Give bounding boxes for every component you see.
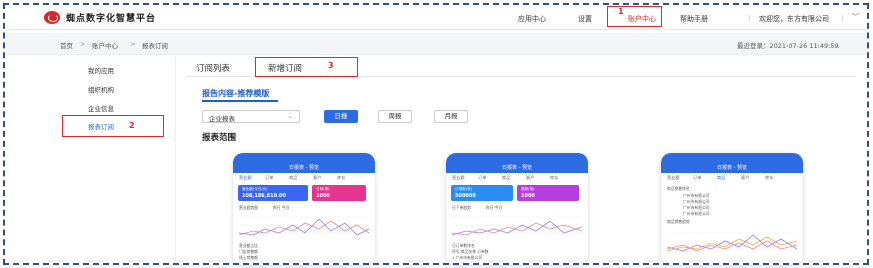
callout-number-1: 1 xyxy=(618,7,624,16)
phone-tab: 商品 xyxy=(717,175,726,180)
last-login-text: 最近登录：2021-07-26 11:49:59 xyxy=(737,42,839,50)
phone-tab: 订单 xyxy=(478,175,487,180)
phone-tab: 订单 xyxy=(693,175,702,180)
phone-tabs: 营业额 订单 商品 客户 库存 xyxy=(446,175,588,183)
phone-title: 日报表 - 预览 xyxy=(289,165,319,171)
breadcrumb-separator: > xyxy=(80,40,86,48)
metric-card-value: 500000 xyxy=(455,193,476,199)
sidebar-item-my-apps[interactable]: 我的应用 xyxy=(88,65,114,75)
nav-separator: | xyxy=(841,14,844,22)
tab-divider xyxy=(186,76,856,77)
top-nav: 应用中心 设置 账户中心 帮助手册 | 欢迎您，东方有限公司 | ﹀ xyxy=(6,6,868,30)
phone-tab: 营业额 xyxy=(239,175,252,180)
top-header: 蜘点数字化智慧平台 应用中心 设置 账户中心 帮助手册 | 欢迎您，东方有限公司… xyxy=(6,6,868,30)
ranking-row: 广州市有限公司 xyxy=(683,211,710,216)
phone-tab: 订单 xyxy=(265,175,274,180)
phone-tab: 客户 xyxy=(313,175,322,180)
sidebar-item-report-subscription[interactable]: 报表订阅 xyxy=(88,121,114,131)
metric-card-value: 1000 xyxy=(521,193,535,199)
sidebar: 我的应用 组织机构 企业信息 报表订阅 xyxy=(6,57,176,265)
callout-number-2: 2 xyxy=(129,121,135,130)
phone-tab: 营业额 xyxy=(667,175,680,180)
phone-tab: 库存 xyxy=(337,175,346,180)
footer-row: 1 广州市有限公司 xyxy=(452,255,483,260)
trend-line-chart xyxy=(452,216,582,236)
metric-card-label: 订单数(笔) xyxy=(455,187,473,191)
nav-help-manual[interactable]: 帮助手册 xyxy=(680,14,708,24)
welcome-text: 欢迎您，东方有限公司 xyxy=(759,15,829,23)
trend-line-chart xyxy=(667,232,797,252)
phone-tab: 客户 xyxy=(741,175,750,180)
nav-account-center[interactable]: 账户中心 xyxy=(628,14,656,24)
phone-tabs: 营业额 订单 商品 客户 库存 xyxy=(661,175,803,183)
sidebar-item-company-info[interactable]: 企业信息 xyxy=(88,103,114,113)
metric-card: 订单(笔) 1000 xyxy=(312,185,366,201)
phone-tabs: 营业额 订单 商品 客户 库存 xyxy=(233,175,375,183)
metric-card-value: 1000 xyxy=(316,193,330,199)
breadcrumb-account-center[interactable]: 账户中心 xyxy=(92,40,118,50)
breadcrumb-home[interactable]: 首页 xyxy=(60,40,73,50)
report-type-select[interactable]: 企业报表 ⌄ xyxy=(202,110,300,123)
preview-phone-revenue[interactable]: 日报表 - 预览 营业额 订单 商品 客户 库存 营业额(今日/元) 108,1… xyxy=(233,153,375,265)
phone-tab: 库存 xyxy=(765,175,774,180)
phone-title: 日报表 - 预览 xyxy=(502,165,532,171)
nav-separator: | xyxy=(748,14,751,22)
phone-title: 日报表 - 预览 xyxy=(717,165,747,171)
callout-number-3: 3 xyxy=(328,61,334,70)
tab-subscription-list[interactable]: 订阅列表 xyxy=(196,62,230,74)
monthly-report-button[interactable]: 月报 xyxy=(434,110,468,123)
main-content: 订阅列表 新增订阅 报告内容-推荐模版 企业报表 ⌄ 日报 周报 月报 报表范围… xyxy=(178,57,868,265)
preview-phone-products[interactable]: 日报表 - 预览 营业额 订单 商品 客户 库存 商品销售排名 广州市有限公司 … xyxy=(661,153,803,265)
trend-line-chart xyxy=(239,216,369,236)
report-scope-title: 报表范围 xyxy=(202,133,237,143)
section-title-underline xyxy=(202,100,278,102)
nav-settings[interactable]: 设置 xyxy=(578,14,592,24)
breadcrumb-report-subscription: 报表订阅 xyxy=(142,42,168,50)
section-title: 报告内容-推荐模版 xyxy=(202,89,270,98)
metric-card: 退款(笔) 1000 xyxy=(517,185,579,201)
weekly-report-button[interactable]: 周报 xyxy=(378,110,412,123)
phone-tab: 客户 xyxy=(526,175,535,180)
tab-new-subscription[interactable]: 新增订阅 xyxy=(268,62,302,74)
report-type-value: 企业报表 xyxy=(209,115,235,123)
daily-report-button[interactable]: 日报 xyxy=(324,110,358,123)
footer-row: 线上销售额 xyxy=(239,255,258,260)
chart-label: 商品销售排名 xyxy=(667,186,690,191)
metric-card-label: 营业额(今日/元) xyxy=(242,187,268,191)
nav-app-center[interactable]: 应用中心 xyxy=(518,14,546,24)
breadcrumb: 首页 > 账户中心 > 报表订阅 最近登录：2021-07-26 11:49:5… xyxy=(6,33,868,55)
phone-tab: 库存 xyxy=(550,175,559,180)
metric-card-label: 订单(笔) xyxy=(316,187,330,191)
phone-tab: 商品 xyxy=(289,175,298,180)
metric-card: 营业额(今日/元) 108,186,810.00 xyxy=(238,185,308,201)
sidebar-item-organization[interactable]: 组织机构 xyxy=(88,84,114,94)
phone-tab: 营业额 xyxy=(452,175,465,180)
metric-card: 订单数(笔) 500000 xyxy=(451,185,513,201)
chevron-down-icon: ⌄ xyxy=(287,113,293,120)
account-dropdown-icon[interactable]: ﹀ xyxy=(852,12,859,22)
phone-tab: 商品 xyxy=(502,175,511,180)
metric-card-value: 108,186,810.00 xyxy=(242,193,286,199)
page-frame: 蜘点数字化智慧平台 应用中心 设置 账户中心 帮助手册 | 欢迎您，东方有限公司… xyxy=(0,0,873,268)
metric-card-label: 退款(笔) xyxy=(521,187,535,191)
breadcrumb-separator: > xyxy=(130,40,136,48)
preview-phone-orders[interactable]: 日报表 - 预览 营业额 订单 商品 客户 库存 订单数(笔) 500000 退… xyxy=(446,153,588,265)
